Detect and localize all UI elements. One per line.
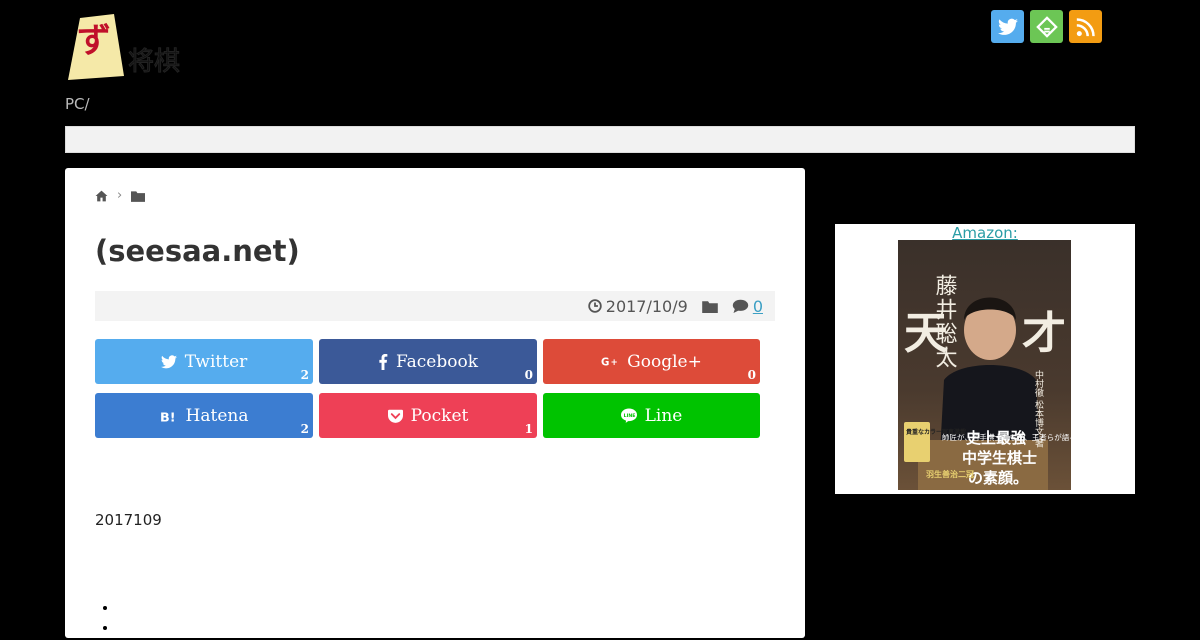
share-hatena-count: 2 xyxy=(300,422,309,436)
facebook-icon xyxy=(379,353,388,370)
book-badge: 貴重なカラー写真満載 xyxy=(906,428,966,436)
site-header: ず 将棋 PC/ xyxy=(0,0,1200,126)
pocket-icon xyxy=(387,409,403,423)
line-icon: LINE xyxy=(620,408,637,423)
article-meta: 2017/10/9 0 xyxy=(95,291,775,321)
hatena-icon: B! xyxy=(160,410,176,423)
article-body-date: 2017109 xyxy=(95,511,162,529)
svg-text:ず: ず xyxy=(77,21,111,61)
twitter-follow-button[interactable] xyxy=(991,10,1024,43)
feedly-icon xyxy=(1035,15,1058,38)
global-nav xyxy=(65,126,1135,153)
rss-follow-button[interactable] xyxy=(1069,10,1102,43)
share-facebook-label: Facebook xyxy=(395,351,478,372)
book-title-right: 才 xyxy=(1022,308,1066,359)
comment-count-link[interactable]: 0 xyxy=(753,297,763,316)
home-icon[interactable] xyxy=(95,190,108,202)
post-date: 2017/10/9 xyxy=(588,297,688,316)
share-facebook-button[interactable]: Facebook 0 xyxy=(319,339,537,384)
book-subtitle-3: の素顔。 xyxy=(968,469,1028,487)
social-follow xyxy=(991,10,1102,43)
book-cover-image[interactable]: 天 才 藤井聡太 中村徹 松本博文 著 師匠が、若手棋士たちが、王者らが語る 史… xyxy=(898,240,1071,490)
share-google-plus-button[interactable]: G + Google+ 0 xyxy=(543,339,760,384)
svg-text:B!: B! xyxy=(160,410,176,423)
share-line-label: Line xyxy=(644,405,683,426)
share-facebook-count: 0 xyxy=(524,368,533,382)
breadcrumb: › xyxy=(95,188,146,203)
book-subtitle: 史上最強 xyxy=(966,429,1026,447)
folder-icon[interactable] xyxy=(131,190,146,202)
book-author: 藤井聡太 xyxy=(932,274,958,370)
svg-text:LINE: LINE xyxy=(623,413,635,419)
sidebar-amazon-widget: Amazon: 天 才 藤井聡太 中村徹 松本博文 著 師匠が、若手棋士たちが、… xyxy=(835,224,1135,494)
share-pocket-label: Pocket xyxy=(410,405,469,426)
share-twitter-label: Twitter xyxy=(184,351,248,372)
share-twitter-button[interactable]: Twitter 2 xyxy=(95,339,313,384)
book-subtitle-2: 中学生棋士 xyxy=(962,449,1037,467)
site-tagline: PC/ xyxy=(65,95,90,113)
svg-text:将棋: 将棋 xyxy=(128,47,180,77)
folder-icon xyxy=(702,300,718,313)
rss-icon xyxy=(1076,17,1095,36)
book-cover-art: 天 才 藤井聡太 中村徹 松本博文 著 師匠が、若手棋士たちが、王者らが語る 史… xyxy=(898,240,1071,490)
post-comments[interactable]: 0 xyxy=(732,297,763,316)
site-logo[interactable]: ず 将棋 xyxy=(68,14,248,80)
clock-icon xyxy=(588,299,602,313)
share-hatena-label: Hatena xyxy=(185,405,249,426)
feedly-follow-button[interactable] xyxy=(1030,10,1063,43)
share-pocket-button[interactable]: Pocket 1 xyxy=(319,393,537,438)
share-google-plus-label: Google+ xyxy=(627,351,702,372)
comment-icon xyxy=(732,299,749,313)
article-title: (seesaa.net) xyxy=(95,234,300,268)
post-date-text: 2017/10/9 xyxy=(605,296,688,316)
svg-text:+: + xyxy=(611,357,618,367)
twitter-icon xyxy=(160,354,177,368)
share-buttons: Twitter 2 Facebook 0 G + Google+ 0 B! Hat… xyxy=(95,339,760,447)
book-band: 羽生善治二冠 xyxy=(926,469,974,479)
post-category[interactable] xyxy=(702,300,718,313)
share-hatena-button[interactable]: B! Hatena 2 xyxy=(95,393,313,438)
share-line-button[interactable]: LINE Line xyxy=(543,393,760,438)
article-main: › (seesaa.net) 2017/10/9 0 Twitter 2 Fac… xyxy=(65,168,805,638)
chevron-right-icon: › xyxy=(117,188,123,203)
share-twitter-count: 2 xyxy=(300,368,309,382)
twitter-icon xyxy=(997,18,1018,35)
share-pocket-count: 1 xyxy=(524,422,533,436)
share-google-plus-count: 0 xyxy=(747,368,756,382)
svg-text:G: G xyxy=(601,357,609,367)
google-plus-icon: G + xyxy=(601,357,618,368)
